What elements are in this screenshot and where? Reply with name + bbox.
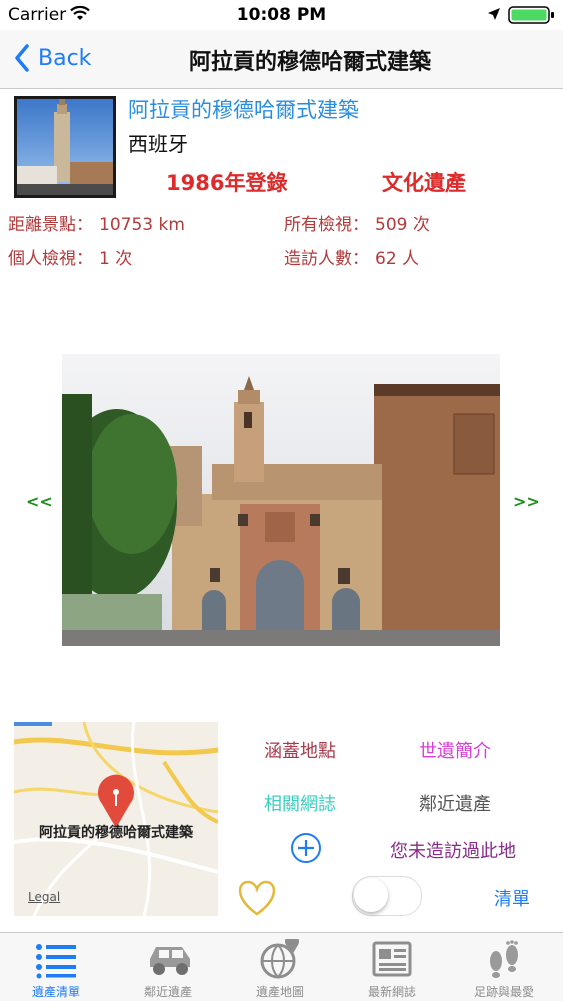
nav-title: 阿拉貢的穆德哈爾式建築 xyxy=(188,50,431,75)
personal-views-value: 1 次 xyxy=(99,249,133,269)
map-legal-link[interactable]: Legal xyxy=(28,890,60,904)
not-visited-status[interactable]: 您未造訪過此地 xyxy=(390,837,516,863)
list-button[interactable]: 清單 xyxy=(494,885,530,911)
add-plus-icon[interactable] xyxy=(290,832,322,864)
personal-views-label: 個人檢視： xyxy=(8,249,93,269)
views-stat: 所有檢視： 509 次 xyxy=(284,210,430,235)
battery-icon xyxy=(508,6,554,24)
tab-label: 鄰近遺產 xyxy=(143,985,192,999)
tab-bar: 遺產清單 鄰近遺產 遺產地圖 最新網誌 足跡與最愛 xyxy=(0,932,563,1001)
tab-heritage-map[interactable]: 遺產地圖 xyxy=(224,933,336,1001)
tab-label: 遺產地圖 xyxy=(255,985,304,999)
site-map[interactable]: 阿拉貢的穆德哈爾式建築 Legal xyxy=(14,722,218,916)
tab-label: 遺產清單 xyxy=(31,985,80,999)
tower-thumbnail-image xyxy=(17,99,113,195)
footprints-icon xyxy=(490,940,518,978)
visited-toggle[interactable] xyxy=(352,876,422,916)
tab-latest-blogs[interactable]: 最新網誌 xyxy=(336,933,448,1001)
views-label: 所有檢視： xyxy=(284,215,369,235)
visitors-label: 造訪人數： xyxy=(284,249,369,269)
list-icon xyxy=(36,944,76,979)
newspaper-icon xyxy=(372,941,412,977)
site-title-link[interactable]: 阿拉貢的穆德哈爾式建築 xyxy=(128,94,359,124)
related-blogs-button[interactable]: 相關網誌 xyxy=(264,790,336,816)
nearby-button[interactable]: 鄰近遺產 xyxy=(419,790,491,816)
globe-pin-icon xyxy=(260,939,299,979)
site-country: 西班牙 xyxy=(128,132,188,156)
status-bar: Carrier 10:08 PM xyxy=(0,0,563,30)
back-label: Back xyxy=(38,45,92,71)
gallery-photo[interactable] xyxy=(57,354,500,646)
tab-nearby-heritage[interactable]: 鄰近遺產 xyxy=(112,933,224,1001)
distance-value: 10753 km xyxy=(99,215,185,235)
inscription-year: 1986年登錄 xyxy=(166,171,288,195)
tab-heritage-list[interactable]: 遺產清單 xyxy=(0,933,112,1001)
tab-label: 足跡與最愛 xyxy=(473,985,534,999)
back-button[interactable]: Back xyxy=(14,40,91,76)
heritage-type: 文化遺產 xyxy=(382,171,466,195)
intro-button[interactable]: 世遺簡介 xyxy=(419,737,491,763)
views-value: 509 次 xyxy=(375,215,430,235)
status-time: 10:08 PM xyxy=(236,5,327,25)
tab-label: 最新網誌 xyxy=(367,985,416,999)
heart-icon[interactable] xyxy=(236,878,278,918)
visitors-value: 62 人 xyxy=(375,249,420,269)
distance-label: 距離景點： xyxy=(8,215,93,235)
car-icon xyxy=(150,947,190,975)
gallery-prev-button[interactable]: << xyxy=(26,492,53,511)
chevron-left-icon xyxy=(15,44,29,72)
tab-footprints-favorites[interactable]: 足跡與最愛 xyxy=(448,933,560,1001)
church-photo-image xyxy=(57,354,500,646)
toggle-knob xyxy=(354,878,388,912)
personal-views-stat: 個人檢視： 1 次 xyxy=(8,244,132,269)
covered-places-button[interactable]: 涵蓋地點 xyxy=(264,737,336,763)
distance-stat: 距離景點： 10753 km xyxy=(8,210,185,235)
visitors-stat: 造訪人數： 62 人 xyxy=(284,244,419,269)
site-thumbnail xyxy=(14,96,116,198)
map-pin-label: 阿拉貢的穆德哈爾式建築 xyxy=(39,825,193,841)
location-arrow-icon xyxy=(488,8,500,20)
navigation-bar: Back 阿拉貢的穆德哈爾式建築 xyxy=(0,30,563,89)
gallery-next-button[interactable]: >> xyxy=(513,492,540,511)
